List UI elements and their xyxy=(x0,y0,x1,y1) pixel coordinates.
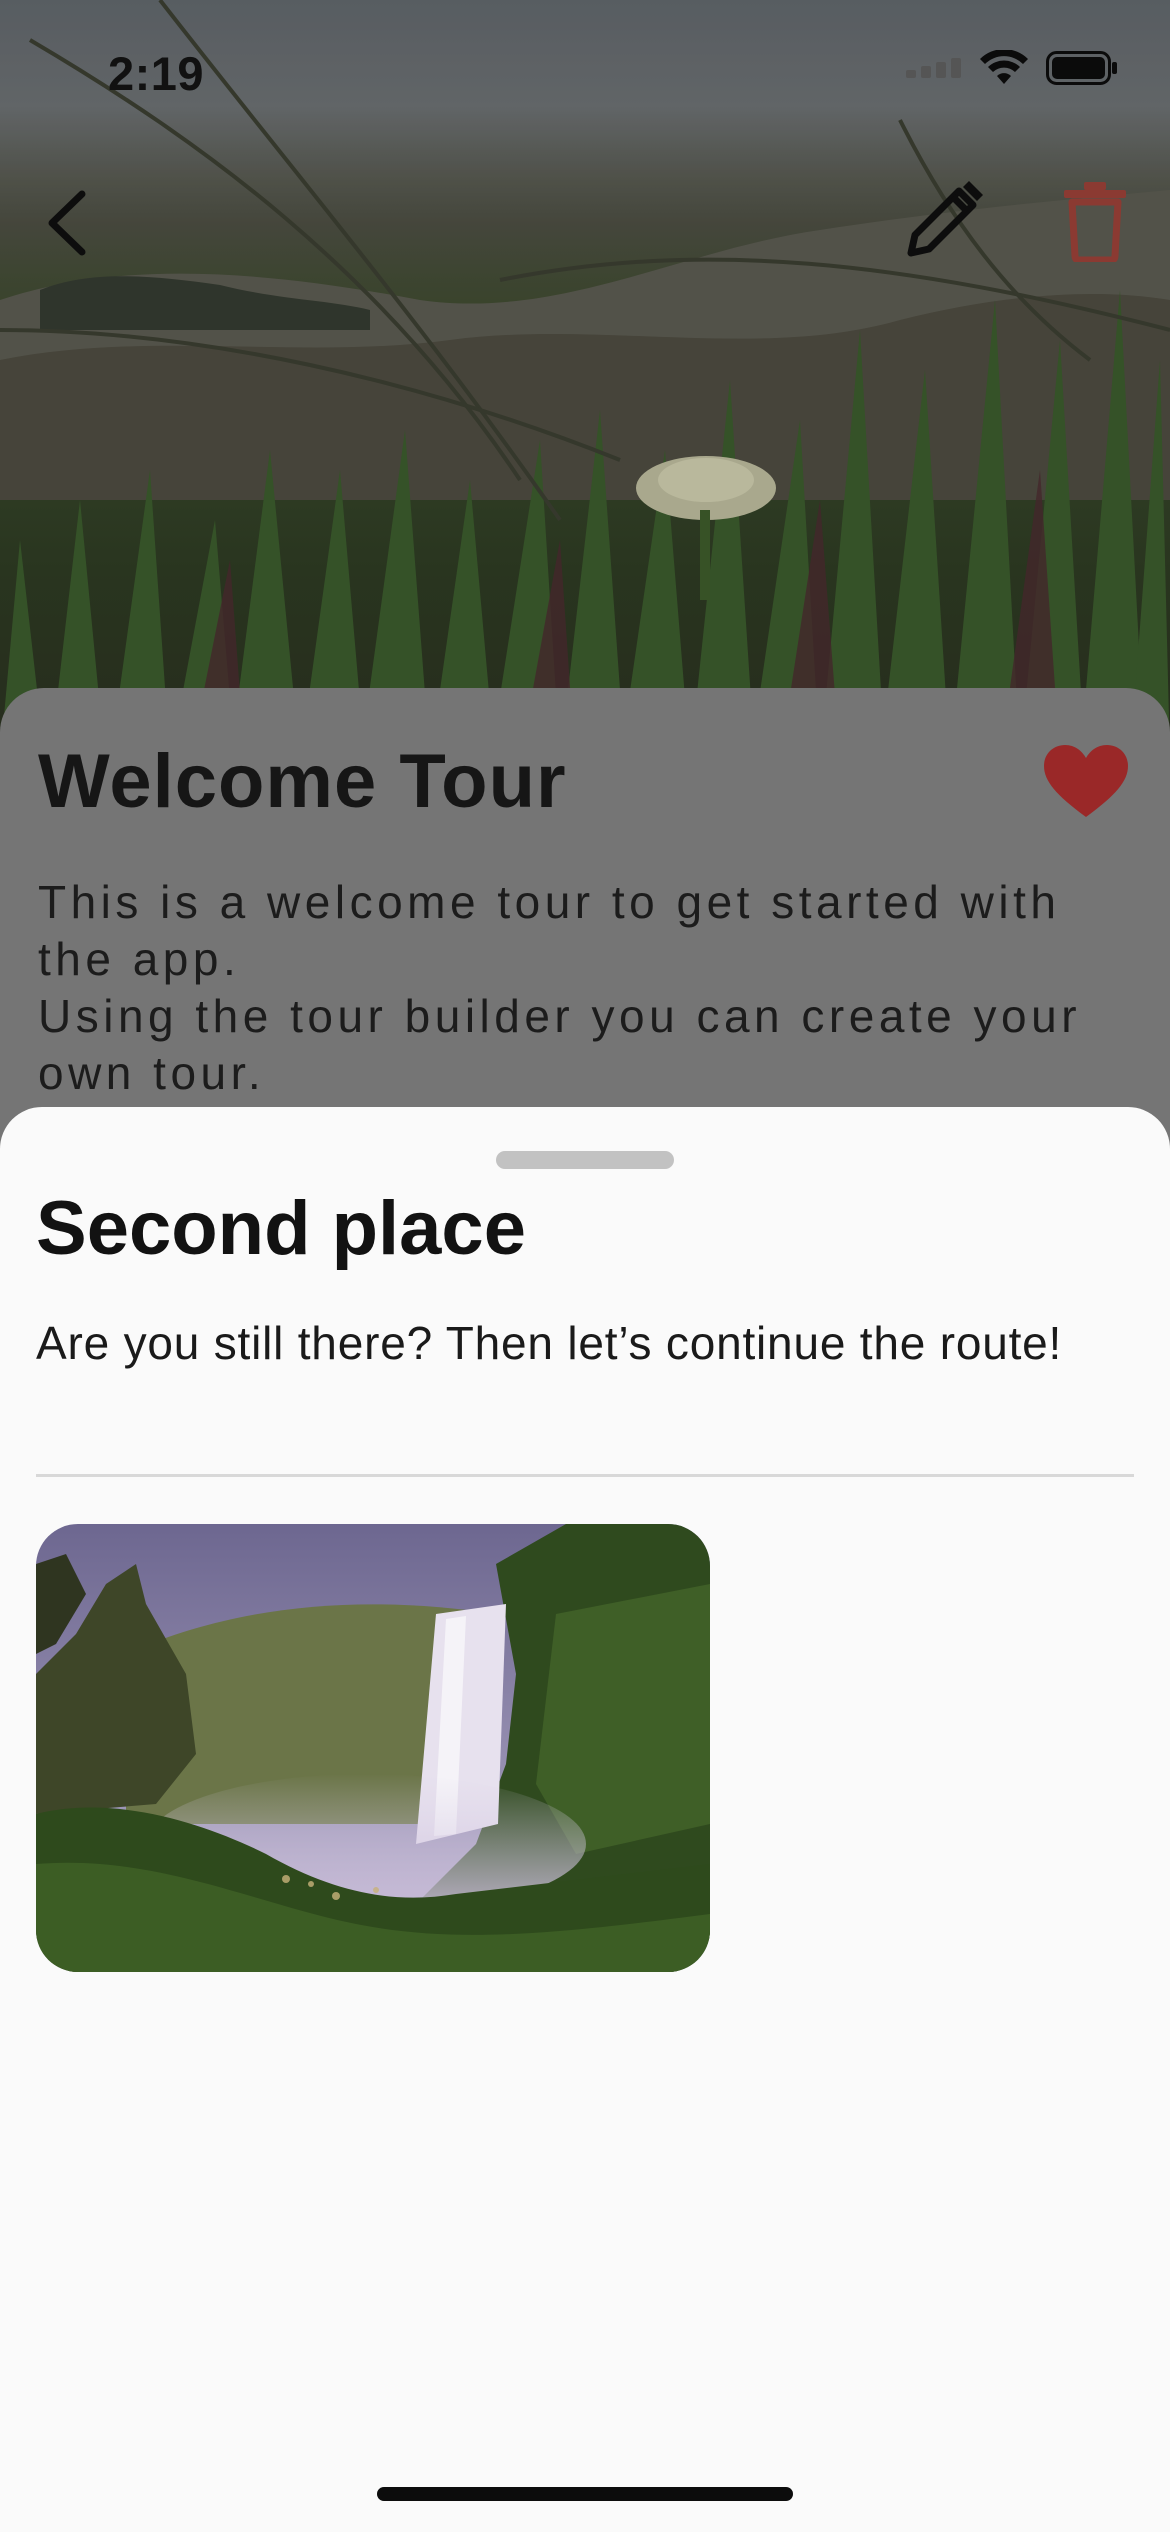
pencil-icon xyxy=(901,179,985,268)
waterfall-photo[interactable] xyxy=(36,1524,710,1972)
cellular-signal-icon xyxy=(906,58,962,83)
place-title: Second place xyxy=(36,1186,526,1271)
sheet-drag-handle[interactable] xyxy=(496,1151,674,1169)
battery-icon xyxy=(1046,51,1118,90)
place-description: Are you still there? Then let’s continue… xyxy=(36,1317,1063,1369)
heart-icon xyxy=(1044,744,1128,824)
status-icons xyxy=(906,49,1118,91)
divider xyxy=(36,1474,1134,1477)
edit-button[interactable] xyxy=(898,178,988,268)
favorite-button[interactable] xyxy=(1040,738,1132,830)
home-indicator xyxy=(377,2487,793,2501)
tour-description: This is a welcome tour to get started wi… xyxy=(38,876,1082,1099)
chevron-left-icon xyxy=(44,190,90,261)
trash-icon xyxy=(1062,180,1128,267)
status-time: 2:19 xyxy=(108,47,205,100)
header-photo xyxy=(0,0,1170,760)
back-button[interactable] xyxy=(22,180,112,270)
delete-button[interactable] xyxy=(1050,178,1140,268)
wifi-icon xyxy=(980,49,1028,91)
tour-title: Welcome Tour xyxy=(38,739,567,824)
place-bottom-sheet: Second place Are you still there? Then l… xyxy=(0,1107,1170,2532)
